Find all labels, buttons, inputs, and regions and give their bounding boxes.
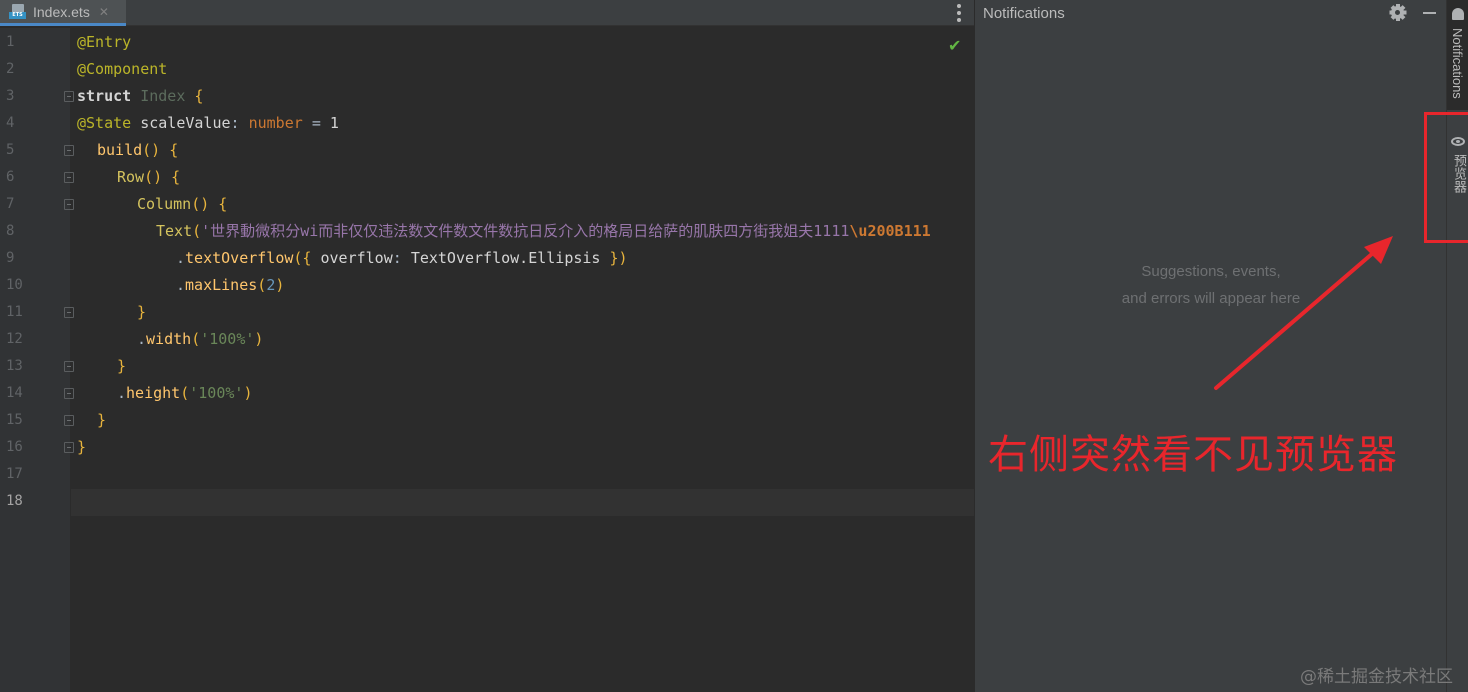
annotation-arrow (1214, 236, 1393, 390)
watermark-text: @稀土掘金技术社区 (1300, 667, 1453, 687)
annotation-text: 右侧突然看不见预览器 (988, 432, 1398, 478)
